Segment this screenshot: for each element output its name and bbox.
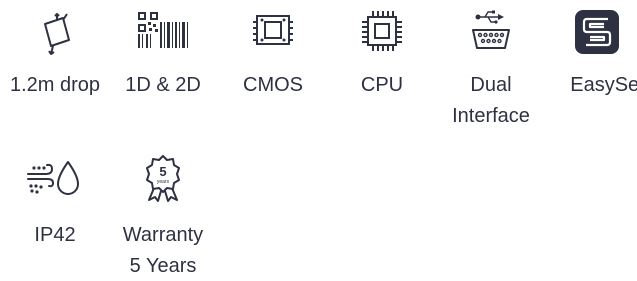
cmos-sensor-icon — [251, 8, 295, 52]
warranty-badge-icon: 5 years — [141, 154, 185, 202]
feature-label: IP42 — [34, 224, 76, 246]
feature-label-line-1: Dual — [470, 74, 512, 96]
barcode-qr-icon — [136, 10, 190, 50]
feature-label-line-1: Warranty — [122, 224, 204, 246]
warranty-badge-sub: years — [157, 179, 170, 185]
drop-test-icon — [33, 10, 77, 56]
water-dust-icon — [26, 156, 84, 200]
feature-label: CPU — [360, 74, 404, 96]
feature-label-line-2: 5 Years — [129, 255, 197, 277]
feature-label-line-2: Interface — [452, 105, 530, 127]
usb-serial-icon — [468, 10, 514, 52]
feature-label: EasySet — [570, 74, 637, 96]
easyset-logo-icon — [575, 10, 619, 54]
feature-label: 1.2m drop — [9, 74, 101, 96]
feature-label: CMOS — [243, 74, 303, 96]
warranty-badge-number: 5 — [159, 164, 166, 179]
cpu-chip-icon — [359, 8, 405, 54]
feature-label: 1D & 2D — [125, 74, 201, 96]
